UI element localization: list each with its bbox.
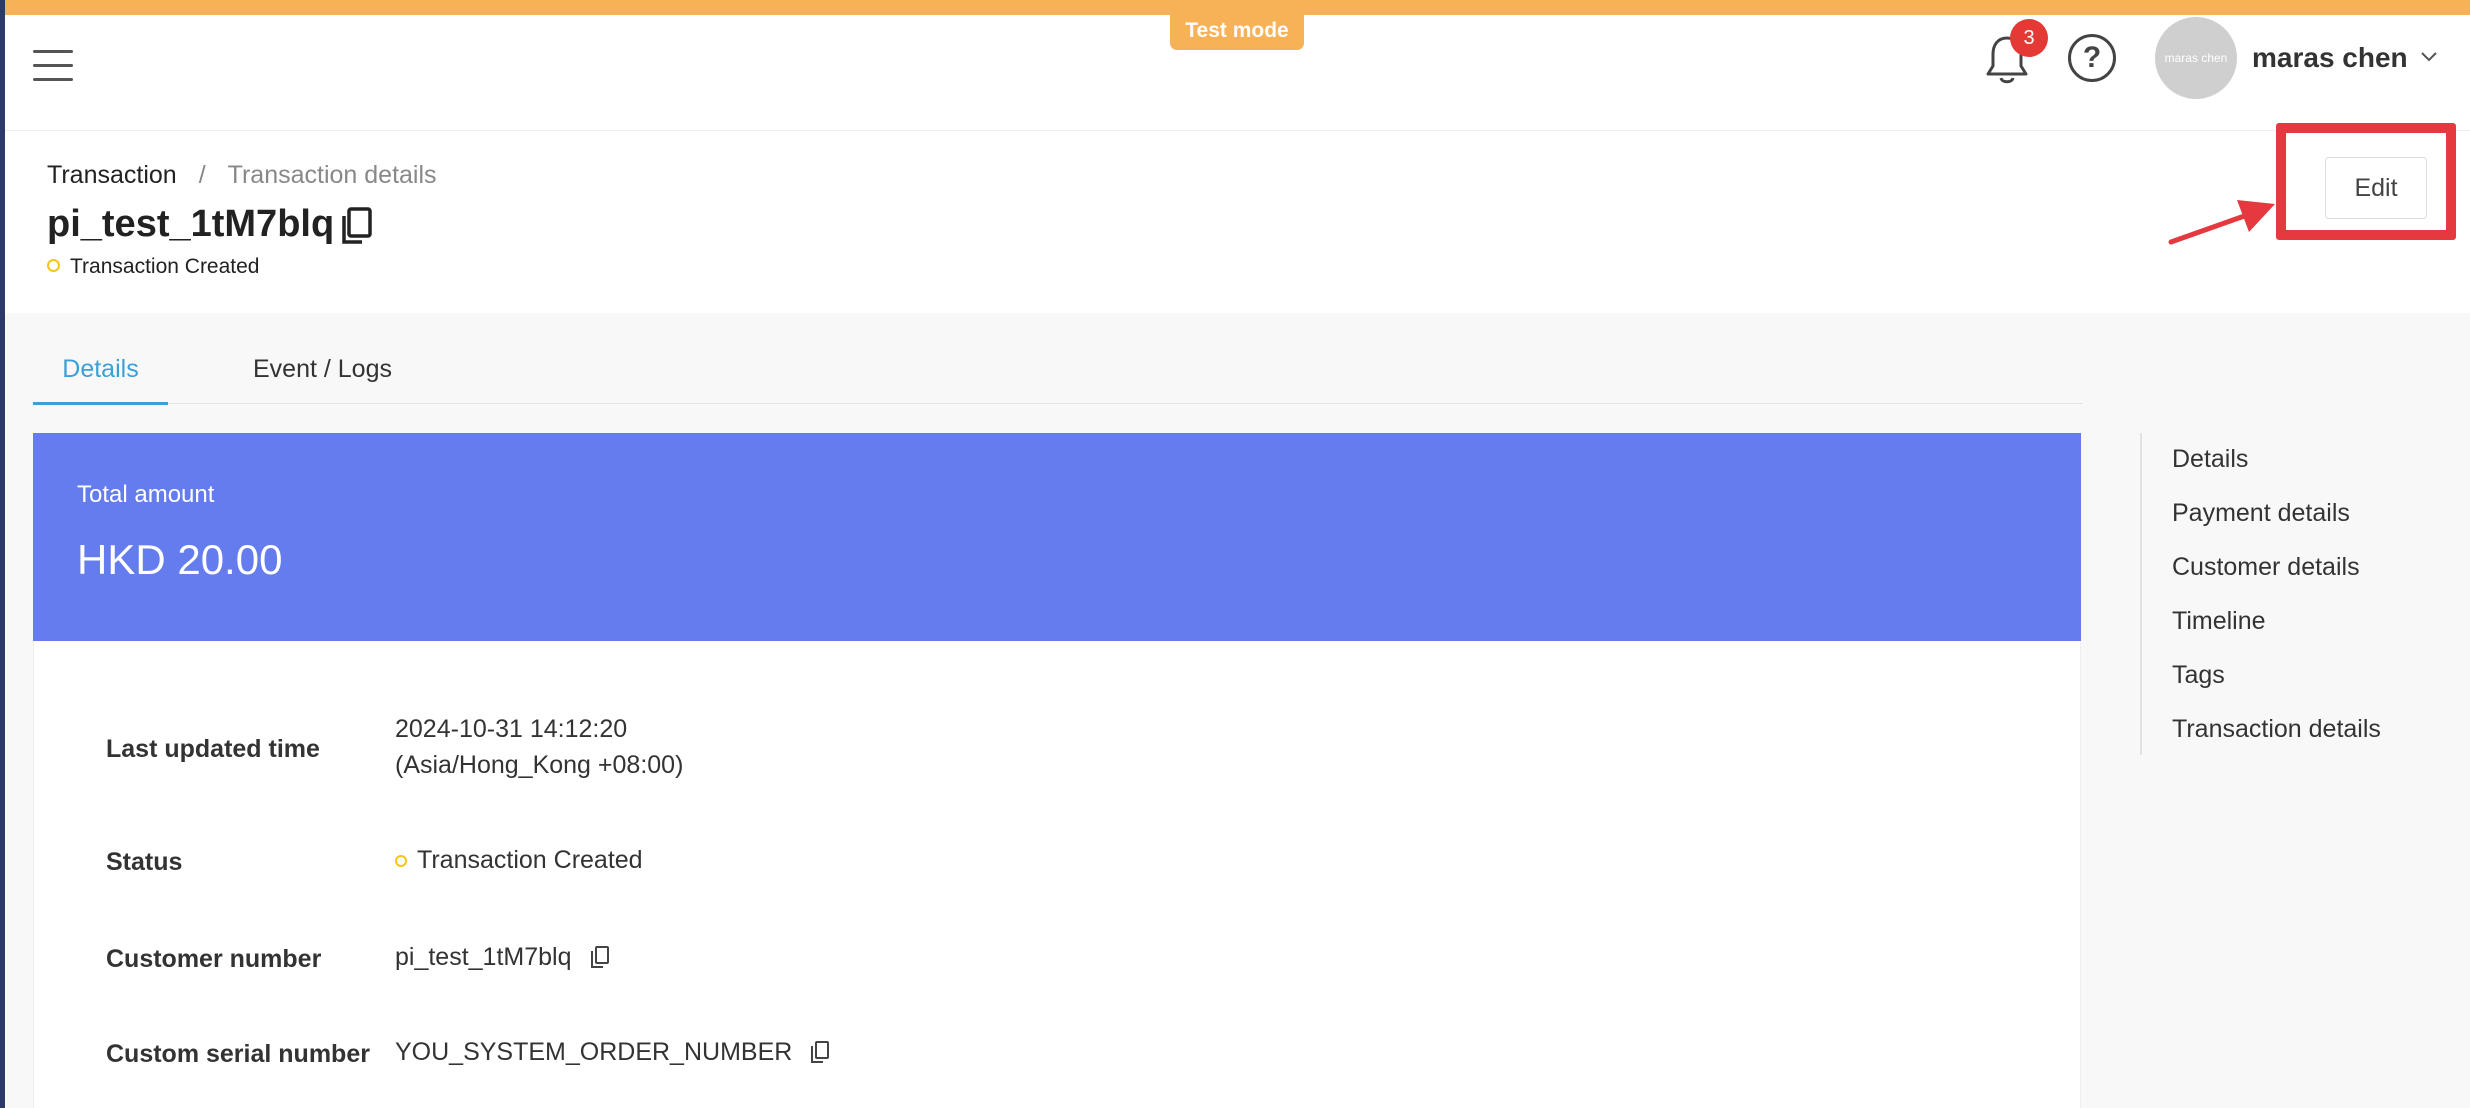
last-updated-value: 2024-10-31 14:12:20 (Asia/Hong_Kong +08:… <box>395 711 683 783</box>
breadcrumb-separator: / <box>198 161 206 189</box>
breadcrumb: Transaction / Transaction details <box>47 161 437 190</box>
anchor-details[interactable]: Details <box>2172 445 2248 474</box>
avatar[interactable]: maras chen <box>2155 17 2237 99</box>
notification-count-badge: 3 <box>2010 19 2048 57</box>
last-updated-time: 2024-10-31 14:12:20 <box>395 715 628 743</box>
edit-button[interactable]: Edit <box>2325 157 2427 219</box>
anchor-payment-details[interactable]: Payment details <box>2172 499 2350 528</box>
anchor-timeline[interactable]: Timeline <box>2172 607 2266 636</box>
total-amount-label: Total amount <box>77 481 215 508</box>
anchor-customer-details[interactable]: Customer details <box>2172 553 2360 582</box>
anchor-transaction-details[interactable]: Transaction details <box>2172 715 2381 744</box>
status-dot-icon <box>47 259 60 272</box>
menu-icon[interactable] <box>33 50 73 86</box>
help-icon[interactable]: ? <box>2068 34 2116 82</box>
user-name[interactable]: maras chen <box>2252 42 2408 74</box>
page-header: Transaction / Transaction details pi_test_… <box>5 131 2470 313</box>
annotation-arrow-icon <box>2165 190 2280 250</box>
copy-icon[interactable] <box>340 206 374 246</box>
copy-icon[interactable] <box>590 943 610 968</box>
tab-event-logs[interactable]: Event / Logs <box>253 355 392 402</box>
anchor-navigation: Details Payment details Customer details… <box>2140 433 2440 755</box>
chevron-down-icon[interactable] <box>2420 46 2438 69</box>
copy-icon[interactable] <box>810 1038 830 1063</box>
anchor-tags[interactable]: Tags <box>2172 661 2225 690</box>
customer-number-label: Customer number <box>106 945 322 973</box>
tab-bar: Details Event / Logs <box>33 340 2083 405</box>
status-text: Transaction Created <box>70 255 260 278</box>
details-card: Last updated time 2024-10-31 14:12:20 (A… <box>33 641 2081 1108</box>
breadcrumb-transaction-link[interactable]: Transaction <box>47 161 177 189</box>
page-title: pi_test_1tM7blq <box>47 203 335 245</box>
total-amount-value: HKD 20.00 <box>77 536 283 583</box>
status-label: Status <box>106 848 183 876</box>
serial-number-text: YOU_SYSTEM_ORDER_NUMBER <box>395 1038 793 1066</box>
test-mode-badge: Test mode <box>1170 12 1304 50</box>
last-updated-timezone: (Asia/Hong_Kong +08:00) <box>395 751 684 779</box>
customer-number-text: pi_test_1tM7blq <box>395 943 572 971</box>
total-amount-card: Total amount HKD 20.00 <box>33 433 2081 641</box>
customer-number-value: pi_test_1tM7blq <box>395 939 610 975</box>
status-value: Transaction Created <box>395 842 643 878</box>
serial-number-value: YOU_SYSTEM_ORDER_NUMBER <box>395 1034 830 1070</box>
last-updated-label: Last updated time <box>106 735 320 763</box>
status-value-text: Transaction Created <box>417 846 643 874</box>
serial-number-label: Custom serial number <box>106 1040 370 1068</box>
breadcrumb-current: Transaction details <box>227 161 437 189</box>
status-dot-icon <box>395 855 407 867</box>
tab-details[interactable]: Details <box>33 355 168 405</box>
status-indicator: Transaction Created <box>47 255 259 279</box>
